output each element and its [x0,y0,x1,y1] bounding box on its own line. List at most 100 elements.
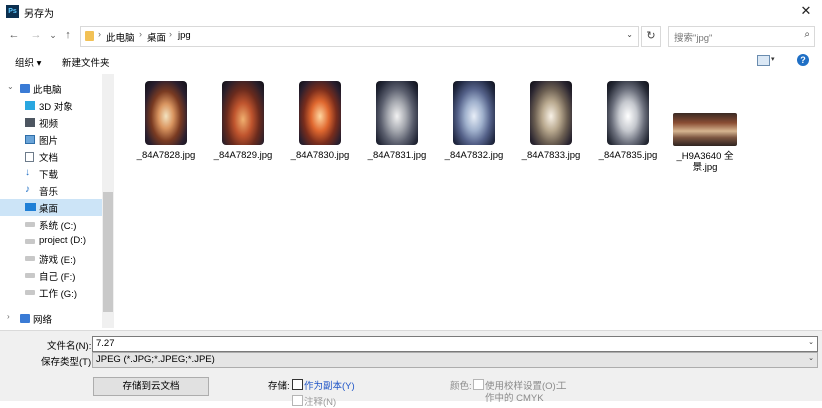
address-bar[interactable]: › 此电脑 › 桌面 › jpg ⌄ [80,26,639,47]
file-thumbnail [607,81,649,145]
sidebar-item-this-pc[interactable]: ⌄ 此电脑 [0,80,102,97]
sidebar-item-music[interactable]: ♪ 音乐 [0,182,102,199]
window-title: 另存为 [24,9,54,20]
up-arrow-icon[interactable]: ↑ [60,27,76,43]
file-item[interactable]: _84A7831.jpg [359,81,435,161]
sidebar-item-drive-g[interactable]: 工作 (G:) [0,284,102,301]
filename-field[interactable]: 7.27 ⌄ [92,336,818,352]
file-name: _84A7831.jpg [367,150,427,161]
file-name: _84A7830.jpg [290,150,350,161]
search-input[interactable]: 搜索"jpg" [674,30,712,44]
drive-icon [25,222,35,227]
color-label: 颜色: [450,381,472,392]
new-folder-button[interactable]: 新建文件夹 [62,55,110,69]
sidebar-item-3d-objects[interactable]: 3D 对象 [0,97,102,114]
expand-arrow-icon[interactable]: › [7,312,10,321]
filename-value[interactable]: 7.27 [96,338,115,349]
drive-icon [25,256,35,261]
drive-icon [25,290,35,295]
file-thumbnail [673,113,737,146]
file-item[interactable]: _84A7835.jpg [590,81,666,161]
view-dropdown-icon[interactable]: ▾ [771,55,775,63]
desktop-icon [25,203,36,211]
file-thumbnail [145,81,187,145]
sidebar-item-label: project (D:) [39,235,86,246]
sidebar-item-drive-c[interactable]: 系统 (C:) [0,216,102,233]
sidebar-item-label: 下载 [39,170,59,181]
file-name: _H9A3640 全景.jpg [676,151,734,173]
filetype-dropdown-icon[interactable]: ⌄ [808,354,814,362]
forward-arrow-icon[interactable]: → [28,27,44,43]
sidebar-item-label: 文档 [39,153,59,164]
filetype-select[interactable]: JPEG (*.JPG;*.JPEG;*.JPE) ⌄ [92,352,818,368]
file-item[interactable]: _84A7829.jpg [205,81,281,161]
search-icon: ⌕ [804,29,810,40]
file-item[interactable]: _H9A3640 全景.jpg [667,81,743,173]
collapse-arrow-icon[interactable]: ⌄ [7,82,14,91]
download-icon: ↓ [25,167,30,178]
file-item[interactable]: _84A7832.jpg [436,81,512,161]
refresh-button[interactable]: ↻ [641,26,661,47]
file-item[interactable]: _84A7833.jpg [513,81,589,161]
breadcrumb-this-pc[interactable]: 此电脑 [106,30,135,44]
sidebar-item-label: 自己 (F:) [39,272,76,283]
breadcrumb-separator-icon: › [98,29,101,39]
sidebar-item-label: 桌面 [39,204,59,215]
network-icon [20,314,30,323]
proof-profile-line2: 作中的 CMYK [485,393,544,404]
sidebar-item-documents[interactable]: 文档 [0,148,102,165]
as-copy-label[interactable]: 作为副本(Y) [304,378,355,392]
command-toolbar: 组织 ▾ 新建文件夹 [0,50,822,72]
notes-checkbox[interactable] [292,395,303,406]
file-thumbnail [299,81,341,145]
filetype-value: JPEG (*.JPG;*.JPEG;*.JPE) [96,354,215,365]
sidebar-scrollbar-thumb[interactable] [103,192,113,312]
file-thumbnail [530,81,572,145]
breadcrumb-separator-icon: › [169,29,172,39]
view-options-icon[interactable] [757,55,770,66]
search-box[interactable]: 搜索"jpg" ⌕ [668,26,815,47]
filetype-label: 保存类型(T): [41,357,94,368]
file-item[interactable]: _84A7830.jpg [282,81,358,161]
sidebar-item-desktop[interactable]: 桌面 [0,199,102,216]
sidebar-item-drive-e[interactable]: 游戏 (E:) [0,250,102,267]
sidebar-item-videos[interactable]: 视频 [0,114,102,131]
file-name: _84A7828.jpg [136,150,196,161]
pictures-icon [25,135,35,144]
use-proof-checkbox[interactable] [473,379,484,390]
sidebar-item-label: 图片 [39,136,59,147]
sidebar-item-label: 工作 (G:) [39,289,77,300]
sidebar-item-downloads[interactable]: ↓ 下载 [0,165,102,182]
address-dropdown-icon[interactable]: ⌄ [626,30,633,39]
as-copy-checkbox[interactable] [292,379,303,390]
music-icon: ♪ [25,184,30,195]
breadcrumb-desktop[interactable]: 桌面 [147,30,166,44]
sidebar-item-drive-d[interactable]: project (D:) [0,233,102,250]
sidebar-item-drive-f[interactable]: 自己 (F:) [0,267,102,284]
close-button[interactable]: ✕ [796,2,816,20]
filename-dropdown-icon[interactable]: ⌄ [808,338,814,346]
video-icon [25,118,35,127]
organize-menu[interactable]: 组织 ▾ [15,55,41,69]
file-list: _84A7828.jpg _84A7829.jpg _84A7830.jpg _… [120,74,820,328]
file-thumbnail [376,81,418,145]
help-icon[interactable]: ? [797,54,809,66]
notes-label: 注释(N) [304,397,337,408]
sidebar-item-label: 游戏 (E:) [39,255,76,266]
file-item[interactable]: _84A7828.jpg [128,81,204,161]
back-arrow-icon[interactable]: ← [6,27,22,43]
file-name: _84A7829.jpg [213,150,273,161]
save-to-cloud-button[interactable]: 存储到云文档 [93,377,209,396]
breadcrumb-jpg[interactable]: jpg [178,30,191,41]
photoshop-app-icon: Ps [6,5,19,18]
sidebar-item-network[interactable]: › 网络 [0,310,102,327]
filename-label: 文件名(N): [47,341,92,352]
file-thumbnail [453,81,495,145]
drive-icon [25,239,35,244]
proof-profile-line1: 工 [557,381,567,392]
folder-icon [85,31,94,41]
sidebar-item-label: 音乐 [39,187,59,198]
sidebar-item-pictures[interactable]: 图片 [0,131,102,148]
documents-icon [25,152,34,162]
recent-locations-chevron-icon[interactable]: ⌄ [45,27,61,43]
